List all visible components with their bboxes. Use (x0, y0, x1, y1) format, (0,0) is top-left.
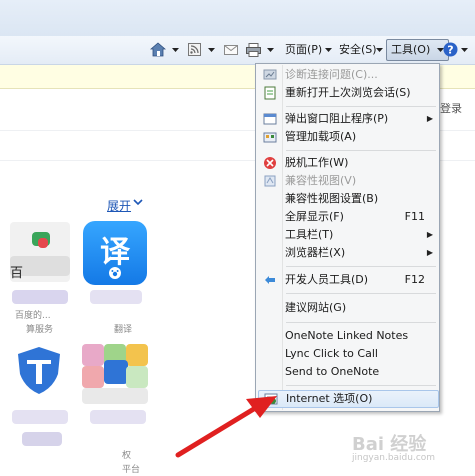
app-label: 翻译 (114, 325, 133, 335)
shortcut-label: F12 (404, 273, 425, 286)
command-bar: 页面(P) 安全(S) 工具(O) ? (0, 36, 475, 65)
print-dropdown-icon[interactable] (267, 48, 274, 52)
svg-text:?: ? (447, 44, 453, 57)
submenu-arrow-icon: ▶ (426, 114, 433, 123)
work-offline-icon (264, 157, 276, 169)
menu-item-work-offline[interactable]: 脱机工作(W) (258, 154, 437, 172)
app-label: 百度的... (15, 311, 51, 321)
internet-options-icon (264, 393, 278, 405)
tools-dropdown-menu: 诊断连接问题(C)... 重新打开上次浏览会话(S) 弹出窗口阻止程序(P) ▶… (255, 63, 440, 412)
menu-separator (286, 150, 436, 151)
home-dropdown-icon[interactable] (172, 48, 179, 52)
feeds-icon[interactable] (188, 43, 201, 56)
compat-view-icon (264, 175, 276, 187)
mail-icon[interactable] (224, 45, 238, 55)
login-link[interactable]: 登录 (440, 100, 462, 116)
chevron-down-icon[interactable] (133, 199, 143, 206)
menu-item-diagnose-connection[interactable]: 诊断连接问题(C)... (258, 66, 437, 84)
menu-item-explorer-bars[interactable]: 浏览器栏(X) ▶ (258, 244, 437, 262)
menu-item-developer-tools[interactable]: 开发人员工具(D) F12 (258, 271, 437, 289)
shield-icon (18, 347, 60, 394)
app-label-fragment: 权 (122, 451, 132, 461)
page-menu-button[interactable]: 页面(P) (285, 40, 322, 60)
menu-item-lync-click-to-call[interactable]: Lync Click to Call (258, 345, 437, 363)
menu-item-internet-options[interactable]: Internet 选项(O) (258, 390, 439, 408)
menu-separator (286, 106, 436, 107)
menu-separator (286, 293, 436, 294)
title-band (0, 0, 475, 36)
blurred-label (90, 290, 142, 304)
menu-item-compat-view-settings[interactable]: 兼容性视图设置(B) (258, 190, 437, 208)
safety-dropdown-icon[interactable] (376, 48, 383, 52)
help-icon[interactable]: ? (443, 42, 458, 57)
shortcut-label: F11 (404, 210, 425, 223)
blurred-app-icon[interactable] (82, 344, 148, 404)
developer-tools-icon (265, 276, 275, 284)
paw-icon (109, 267, 121, 279)
tools-menu-button[interactable]: 工具(O) (386, 39, 449, 61)
menu-item-toolbars[interactable]: 工具栏(T) ▶ (258, 226, 437, 244)
popup-blocker-icon (263, 113, 277, 125)
submenu-arrow-icon: ▶ (426, 230, 433, 239)
menu-separator (286, 385, 436, 386)
shield-app-icon[interactable] (13, 344, 65, 396)
manage-addons-icon (263, 132, 277, 143)
menu-item-onenote-linked-notes[interactable]: OneNote Linked Notes (258, 327, 437, 345)
app-label: 平台 (122, 465, 141, 475)
app-label-fragment: 算服务 (26, 325, 54, 335)
print-icon[interactable] (246, 43, 261, 57)
expand-link[interactable]: 展开 (107, 197, 131, 214)
menu-separator (286, 266, 436, 267)
submenu-arrow-icon: ▶ (426, 248, 433, 257)
page-dropdown-icon[interactable] (325, 48, 332, 52)
menu-item-manage-addons[interactable]: 管理加载项(A) (258, 128, 437, 146)
safety-menu-button[interactable]: 安全(S) (339, 40, 377, 60)
blurred-label (12, 410, 68, 424)
blurred-label (90, 410, 146, 424)
menu-separator (286, 322, 436, 323)
translate-app-icon[interactable]: 译 (83, 221, 147, 285)
menu-item-popup-blocker[interactable]: 弹出窗口阻止程序(P) ▶ (258, 110, 437, 128)
home-icon[interactable] (150, 42, 166, 57)
diagnose-icon (263, 69, 277, 80)
menu-item-full-screen[interactable]: 全屏显示(F) F11 (258, 208, 437, 226)
translate-icon: 译 (100, 235, 130, 270)
menu-item-compat-view[interactable]: 兼容性视图(V) (258, 172, 437, 190)
watermark-url: jingyan.baidu.com (352, 453, 436, 463)
tools-menu-label: 工具(O) (391, 43, 431, 56)
blurred-label (12, 290, 68, 304)
menu-item-send-to-onenote[interactable]: Send to OneNote (258, 363, 437, 381)
reopen-session-icon (264, 86, 276, 100)
blurred-label (22, 432, 62, 446)
menu-item-reopen-session[interactable]: 重新打开上次浏览会话(S) (258, 84, 437, 102)
app-label-fragment: 百 (10, 266, 24, 281)
menu-item-suggested-sites[interactable]: 建议网站(G) (258, 299, 437, 317)
help-dropdown-icon[interactable] (461, 48, 468, 52)
feeds-dropdown-icon[interactable] (208, 48, 215, 52)
